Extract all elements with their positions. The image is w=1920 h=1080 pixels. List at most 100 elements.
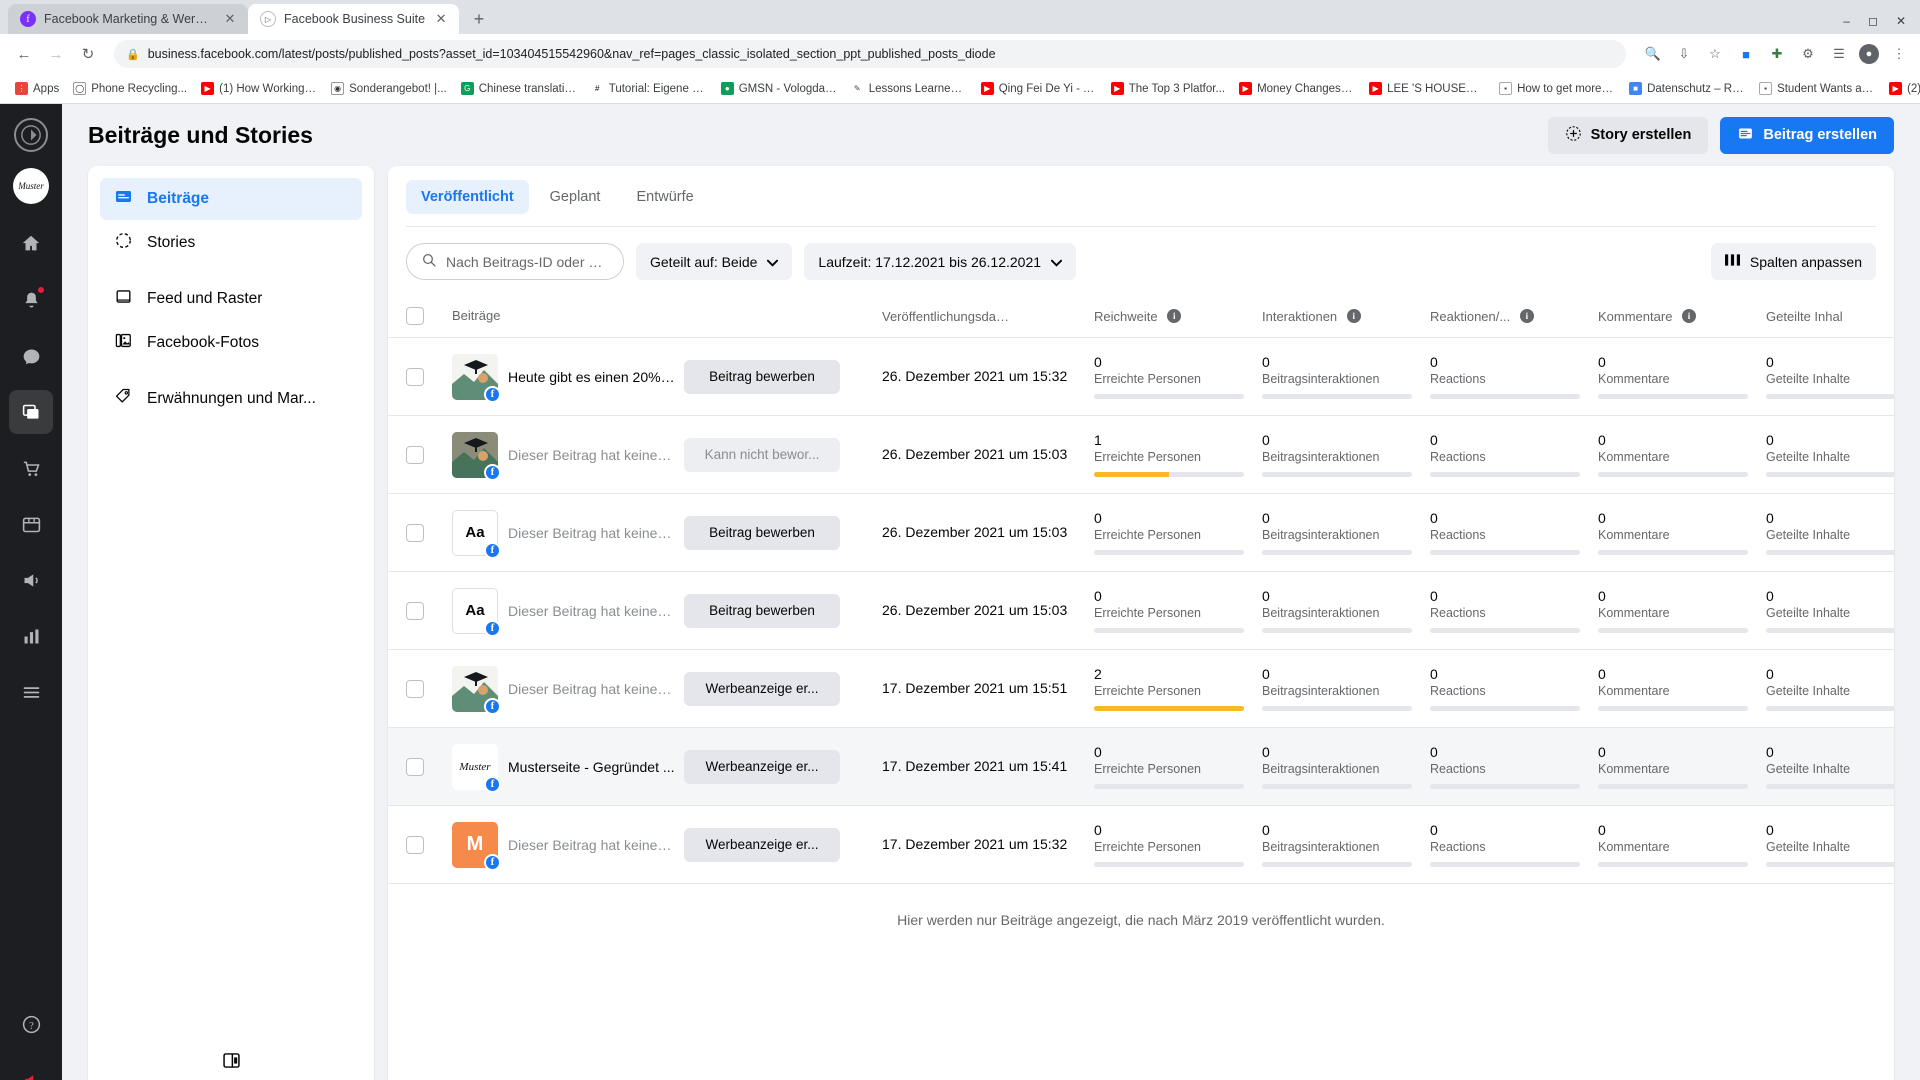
row-checkbox[interactable]	[406, 367, 424, 386]
create-story-button[interactable]: Story erstellen	[1547, 116, 1709, 154]
header-reactions[interactable]: Reaktionen/... i	[1430, 307, 1598, 324]
browser-tab-2[interactable]: ▷ Facebook Business Suite ✕	[248, 4, 460, 34]
sidebar-item-erwaehnungen-und-markierungen[interactable]: Erwähnungen und Mar...	[100, 378, 362, 420]
bookmark-item[interactable]: ▶ (2) How To Add A...	[1882, 78, 1920, 100]
rail-item-home[interactable]	[9, 222, 53, 266]
search-input[interactable]: Nach Beitrags-ID oder Unterti...	[406, 243, 624, 280]
maximize-icon[interactable]: ◻	[1868, 14, 1878, 28]
row-checkbox[interactable]	[406, 757, 424, 776]
bookmark-item[interactable]: ▪ How to get more v...	[1492, 78, 1622, 100]
sidebar-item-beitraege[interactable]: Beiträge	[100, 178, 362, 220]
facebook-icon[interactable]: ■	[1735, 43, 1757, 65]
bookmark-item[interactable]: ■ Datenschutz – Re...	[1622, 78, 1752, 100]
minimize-icon[interactable]: –	[1843, 14, 1850, 28]
list-icon[interactable]: ☰	[1828, 43, 1850, 65]
table-row[interactable]: f Dieser Beitrag hat keinen ... Werbeanzei…	[388, 650, 1894, 728]
post-text[interactable]: Dieser Beitrag hat keinen ...	[508, 447, 684, 463]
post-text[interactable]: Dieser Beitrag hat keinen T...	[508, 603, 684, 619]
boost-post-button[interactable]: Werbeanzeige er...	[684, 671, 840, 706]
rail-item-ads[interactable]	[9, 558, 53, 602]
collapse-sidebar-button[interactable]	[100, 1036, 362, 1080]
table-row[interactable]: Mf Dieser Beitrag hat keinen ... Werbeanze…	[388, 806, 1894, 884]
table-row[interactable]: f Dieser Beitrag hat keinen ... Kann nicht…	[388, 416, 1894, 494]
post-text[interactable]: Dieser Beitrag hat keinen T...	[508, 525, 684, 541]
row-checkbox[interactable]	[406, 835, 424, 854]
row-checkbox[interactable]	[406, 445, 424, 464]
post-text[interactable]: Heute gibt es einen 20% Di...	[508, 369, 684, 385]
post-thumbnail-wrapper[interactable]: Aa f	[452, 587, 501, 637]
rail-item-help[interactable]: ?	[9, 1002, 53, 1046]
back-button[interactable]: ←	[10, 40, 38, 68]
sidebar-item-stories[interactable]: Stories	[100, 222, 362, 264]
post-thumbnail-wrapper[interactable]: f	[452, 431, 501, 481]
row-checkbox[interactable]	[406, 523, 424, 542]
row-checkbox[interactable]	[406, 679, 424, 698]
create-post-button[interactable]: Beitrag erstellen	[1720, 116, 1894, 154]
post-thumbnail-wrapper[interactable]: Muster f	[452, 743, 501, 793]
bookmark-item[interactable]: ⋮ Apps	[8, 78, 66, 100]
header-posts[interactable]: Beiträge	[452, 308, 882, 323]
boost-post-button[interactable]: Werbeanzeige er...	[684, 749, 840, 784]
bookmark-item[interactable]: ▶ Money Changes E...	[1232, 78, 1362, 100]
info-icon[interactable]: i	[1682, 309, 1697, 324]
header-publish-date[interactable]: Veröffentlichungsdatum	[882, 307, 1094, 324]
rail-item-notifications[interactable]	[9, 278, 53, 322]
bookmark-item[interactable]: ▶ The Top 3 Platfor...	[1104, 78, 1232, 100]
forward-button[interactable]: →	[42, 40, 70, 68]
bookmark-item[interactable]: ◉ Sonderangebot! |...	[324, 78, 454, 100]
profile-avatar[interactable]: ●	[1859, 44, 1879, 64]
table-row[interactable]: Aa f Dieser Beitrag hat keinen T... Beitrag…	[388, 572, 1894, 650]
rail-item-commerce[interactable]	[9, 446, 53, 490]
bookmark-item[interactable]: ▶ (1) How Working a...	[194, 78, 324, 100]
rail-item-inbox[interactable]	[9, 334, 53, 378]
rail-item-all-tools[interactable]	[9, 670, 53, 714]
tab-geplant[interactable]: Geplant	[535, 180, 616, 214]
bookmark-item[interactable]: ● GMSN - Vologda,...	[714, 78, 844, 100]
business-suite-logo-icon[interactable]	[14, 118, 48, 152]
boost-post-button[interactable]: Werbeanzeige er...	[684, 827, 840, 862]
table-row[interactable]: Aa f Dieser Beitrag hat keinen T... Beitrag…	[388, 494, 1894, 572]
header-comments[interactable]: Kommentare i	[1598, 307, 1766, 324]
bookmark-item[interactable]: # Tutorial: Eigene Fa...	[584, 78, 714, 100]
post-thumbnail-wrapper[interactable]: f	[452, 665, 501, 715]
browser-tab-1[interactable]: f Facebook Marketing & Werbea ✕	[8, 4, 248, 34]
table-row[interactable]: f Heute gibt es einen 20% Di... Beitrag be…	[388, 338, 1894, 416]
bookmark-item[interactable]: G Chinese translatio...	[454, 78, 584, 100]
rail-item-insights[interactable]	[9, 614, 53, 658]
extensions-icon[interactable]: ✚	[1766, 43, 1788, 65]
header-shares[interactable]: Geteilte Inhal	[1766, 307, 1894, 324]
boost-post-button[interactable]: Beitrag bewerben	[684, 359, 840, 394]
info-icon[interactable]: i	[1167, 309, 1182, 324]
post-text[interactable]: Musterseite - Gegründet ...	[508, 759, 684, 775]
new-tab-button[interactable]: +	[465, 5, 493, 33]
boost-post-button[interactable]: Beitrag bewerben	[684, 515, 840, 550]
boost-post-button[interactable]: Beitrag bewerben	[684, 593, 840, 628]
rail-item-planner[interactable]	[9, 502, 53, 546]
bookmark-star-icon[interactable]: ☆	[1704, 43, 1726, 65]
sidebar-item-feed-und-raster[interactable]: Feed und Raster	[100, 278, 362, 320]
info-icon[interactable]: i	[1519, 309, 1534, 324]
post-thumbnail-wrapper[interactable]: Aa f	[452, 509, 501, 559]
tab-entwuerfe[interactable]: Entwürfe	[621, 180, 708, 214]
install-icon[interactable]: ⇩	[1673, 43, 1695, 65]
customize-columns-button[interactable]: Spalten anpassen	[1710, 243, 1876, 280]
bookmark-item[interactable]: ▶ Qing Fei De Yi - Y...	[974, 78, 1104, 100]
bookmark-item[interactable]: ▶ LEE 'S HOUSE—...	[1362, 78, 1492, 100]
page-avatar[interactable]: Muster	[13, 168, 49, 204]
row-checkbox[interactable]	[406, 601, 424, 620]
puzzle-icon[interactable]: ⚙	[1797, 43, 1819, 65]
filter-date-range[interactable]: Laufzeit: 17.12.2021 bis 26.12.2021	[804, 243, 1077, 280]
sidebar-item-facebook-fotos[interactable]: Facebook-Fotos	[100, 322, 362, 364]
post-thumbnail-wrapper[interactable]: f	[452, 353, 501, 403]
post-text[interactable]: Dieser Beitrag hat keinen ...	[508, 681, 684, 697]
header-interactions[interactable]: Interaktionen i	[1262, 307, 1430, 324]
bookmark-item[interactable]: ▪ Student Wants an...	[1752, 78, 1882, 100]
close-icon[interactable]: ✕	[433, 11, 449, 27]
window-close-icon[interactable]: ✕	[1896, 14, 1906, 28]
tab-veroeffentlicht[interactable]: Veröffentlicht	[406, 180, 529, 214]
rail-item-posts-and-stories[interactable]	[9, 390, 53, 434]
bookmark-item[interactable]: ◯ Phone Recycling...	[66, 78, 194, 100]
close-icon[interactable]: ✕	[222, 11, 238, 27]
header-reach[interactable]: Reichweite i	[1094, 307, 1262, 324]
select-all-checkbox[interactable]	[406, 306, 424, 325]
